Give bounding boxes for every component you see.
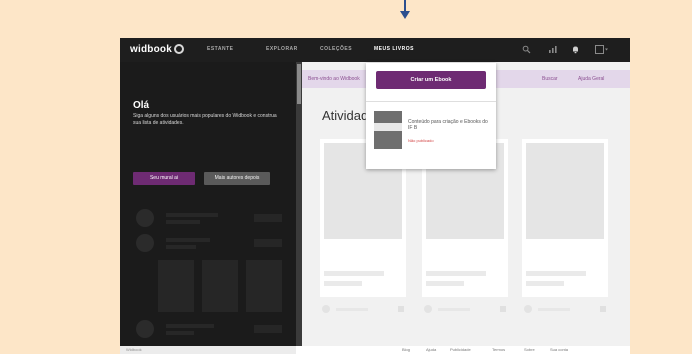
book-placeholder <box>158 260 194 312</box>
help-link[interactable]: Ajuda Geral <box>578 76 604 82</box>
search-icon[interactable] <box>522 45 531 54</box>
more-authors-button[interactable]: Mais autores depois <box>204 172 270 185</box>
nav-colecoes[interactable]: COLEÇÕES <box>320 46 352 52</box>
logo-mark-icon <box>174 44 184 54</box>
book-placeholder <box>202 260 238 312</box>
nav-explorar[interactable]: EXPLORAR <box>266 46 298 52</box>
stats-icon[interactable] <box>548 45 557 54</box>
create-ebook-button[interactable]: Criar um Ebook <box>376 71 486 89</box>
browser-window: widbook ESTANTE EXPLORAR COLEÇÕES MEUS L… <box>120 38 630 354</box>
footer-link-conta[interactable]: Sua conta <box>550 347 568 352</box>
footer-link-termos[interactable]: Termos <box>492 347 505 352</box>
welcome-text: Bem-vindo ao Widbook <box>308 76 360 82</box>
widbook-logo[interactable]: widbook <box>130 44 172 55</box>
user-menu-icon[interactable] <box>595 45 609 54</box>
footer-brand: Widbook <box>126 347 142 352</box>
notification-bell-icon[interactable] <box>571 45 580 54</box>
book-title[interactable]: Conteúdo para criação e Ebooks do IF B <box>408 119 488 131</box>
welcome-sidebar: Olá Siga alguns dos usuários mais popula… <box>120 62 296 346</box>
intro-text: Siga alguns dos usuários mais populares … <box>133 113 277 126</box>
nav-estante[interactable]: ESTANTE <box>207 46 233 52</box>
book-status-badge: Não publicado <box>408 138 434 143</box>
footer-bar: Widbook Blog Ajuda Publicidade Termos So… <box>120 346 630 354</box>
my-books-dropdown: Criar um Ebook Conteúdo para criação e E… <box>366 63 496 169</box>
sidebar-scrollbar[interactable] <box>296 62 302 346</box>
footer-link-sobre[interactable]: Sobre <box>524 347 535 352</box>
suggested-user-placeholder <box>136 234 282 252</box>
card-footer <box>422 304 508 316</box>
annotation-arrow-icon <box>400 0 410 19</box>
dropdown-divider <box>366 101 496 102</box>
start-button[interactable]: Seu mural ai <box>133 172 195 185</box>
book-placeholder <box>246 260 282 312</box>
suggested-user-placeholder <box>136 209 282 227</box>
top-navigation-bar: widbook ESTANTE EXPLORAR COLEÇÕES MEUS L… <box>120 38 630 62</box>
search-link[interactable]: Buscar <box>542 76 558 82</box>
activity-card[interactable] <box>522 139 608 297</box>
card-footer <box>522 304 608 316</box>
footer-link-blog[interactable]: Blog <box>402 347 410 352</box>
footer-link-publicidade[interactable]: Publicidade <box>450 347 471 352</box>
footer-link-ajuda[interactable]: Ajuda <box>426 347 436 352</box>
book-cover-thumbnail[interactable] <box>374 111 402 149</box>
suggested-user-placeholder <box>136 320 282 338</box>
card-footer <box>320 304 406 316</box>
nav-meus-livros[interactable]: MEUS LIVROS <box>374 46 414 52</box>
greeting-heading: Olá <box>133 100 150 111</box>
